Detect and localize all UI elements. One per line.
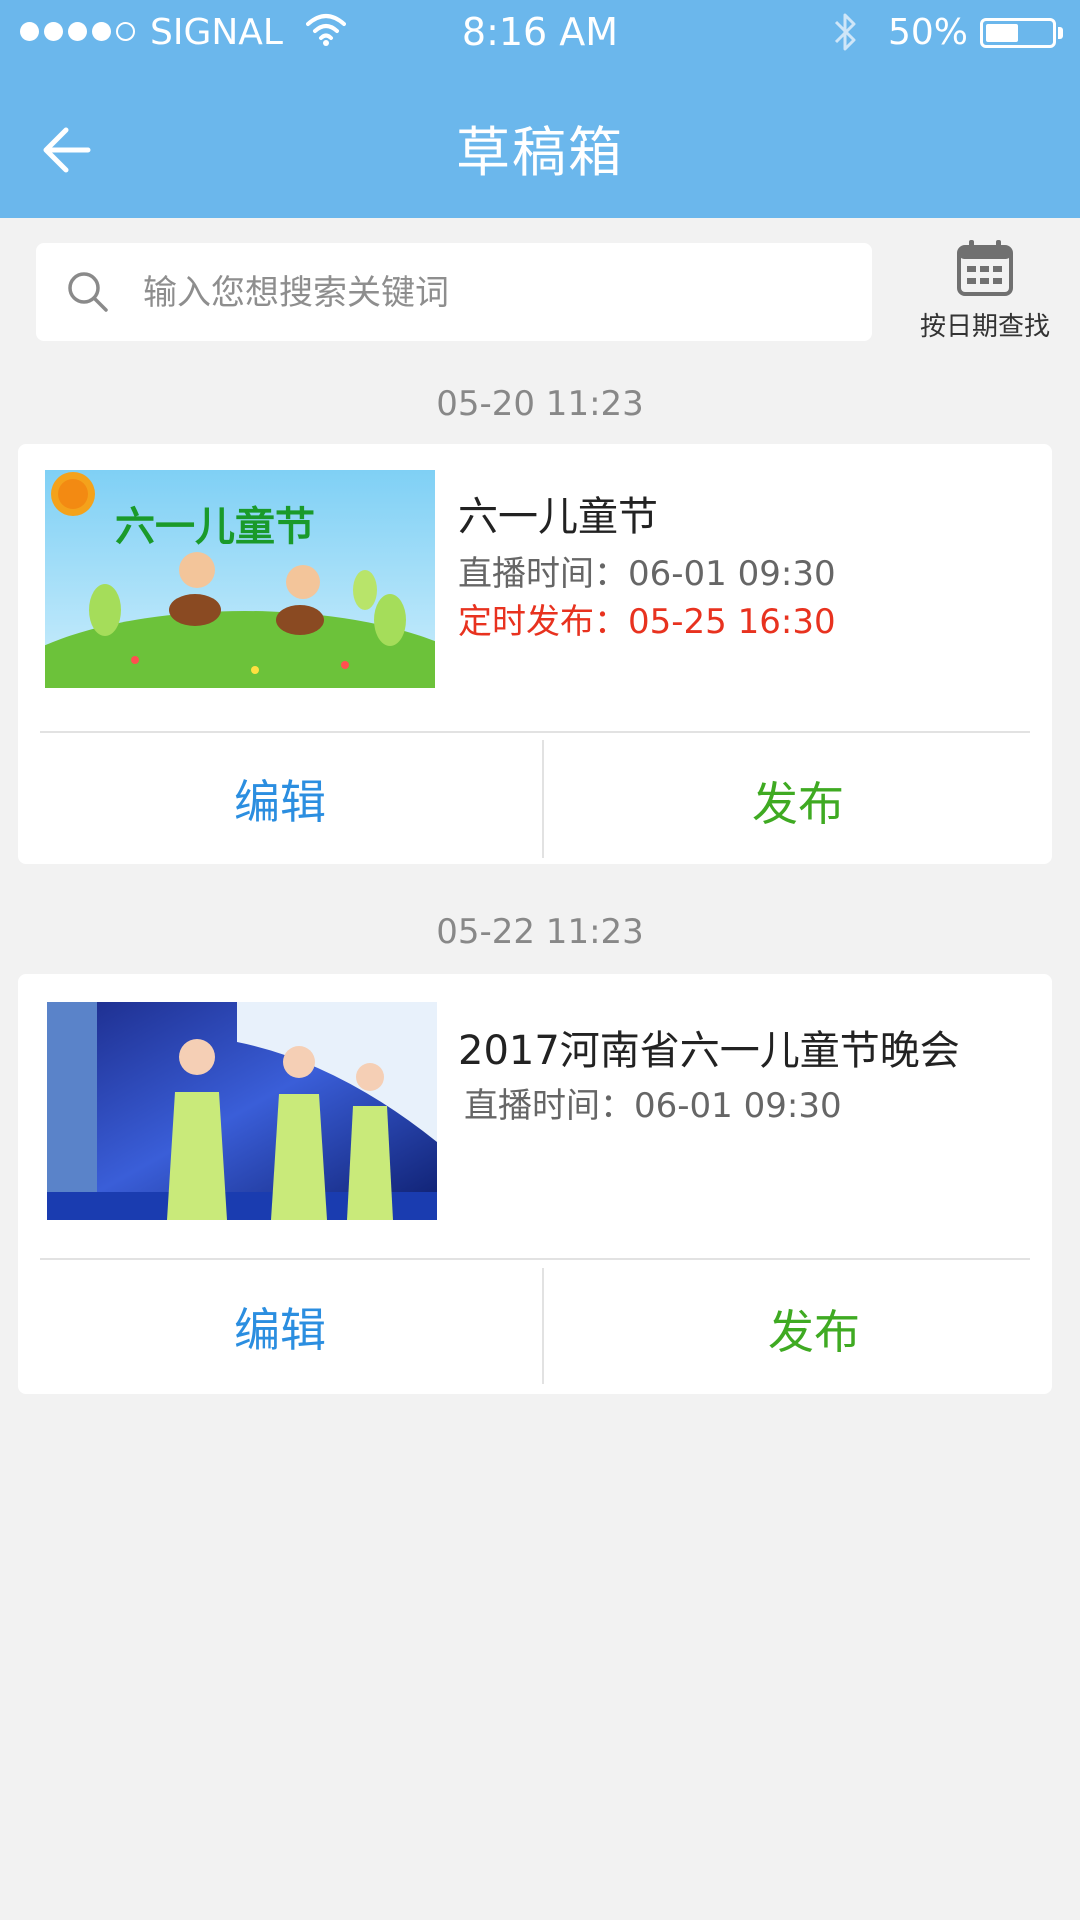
edit-button[interactable]: 编辑 bbox=[18, 1294, 542, 1360]
card-divider bbox=[40, 1258, 1030, 1260]
draft-date: 05-20 11:23 bbox=[436, 384, 644, 424]
live-time: 直播时间：06-01 09:30 bbox=[464, 1086, 842, 1126]
draft-card: 六一儿童节 六一儿童节 直播时间：06-01 09:30 定时发布：05-25 … bbox=[18, 444, 1052, 864]
search-bar[interactable] bbox=[36, 243, 872, 343]
draft-title[interactable]: 六一儿童节 bbox=[458, 484, 658, 542]
publish-button[interactable]: 发布 bbox=[544, 768, 1052, 834]
status-bar: SIGNAL 8:16 AM 50% bbox=[0, 0, 1080, 66]
draft-card: 2017河南省六一儿童节晚会 直播时间：06-01 09:30 编辑 发布 bbox=[18, 974, 1052, 1394]
scheduled-publish-time: 定时发布：05-25 16:30 bbox=[458, 602, 836, 642]
calendar-icon bbox=[957, 240, 1013, 296]
battery-tip bbox=[1058, 27, 1063, 39]
draft-thumbnail[interactable] bbox=[47, 1002, 437, 1220]
search-input[interactable] bbox=[141, 243, 845, 343]
battery-level-fill bbox=[986, 24, 1018, 42]
page-title: 草稿箱 bbox=[456, 121, 624, 184]
bluetooth-icon bbox=[834, 13, 856, 51]
edit-button[interactable]: 编辑 bbox=[18, 766, 542, 832]
date-search-button[interactable]: 按日期查找 bbox=[905, 238, 1065, 348]
battery-icon bbox=[980, 18, 1056, 48]
draft-thumbnail[interactable]: 六一儿童节 bbox=[45, 470, 435, 688]
draft-title[interactable]: 2017河南省六一儿童节晚会 bbox=[458, 1018, 960, 1076]
search-icon bbox=[68, 272, 108, 312]
live-time: 直播时间：06-01 09:30 bbox=[458, 554, 836, 594]
publish-button[interactable]: 发布 bbox=[544, 1296, 1080, 1362]
battery-percent: 50% bbox=[888, 12, 969, 53]
date-search-label: 按日期查找 bbox=[919, 312, 1050, 342]
card-divider bbox=[40, 731, 1030, 733]
draft-date: 05-22 11:23 bbox=[436, 912, 644, 952]
top-bar: SIGNAL 8:16 AM 50% 草稿箱 bbox=[0, 0, 1080, 218]
thumb-text-1: 六一儿童节 bbox=[115, 504, 315, 550]
